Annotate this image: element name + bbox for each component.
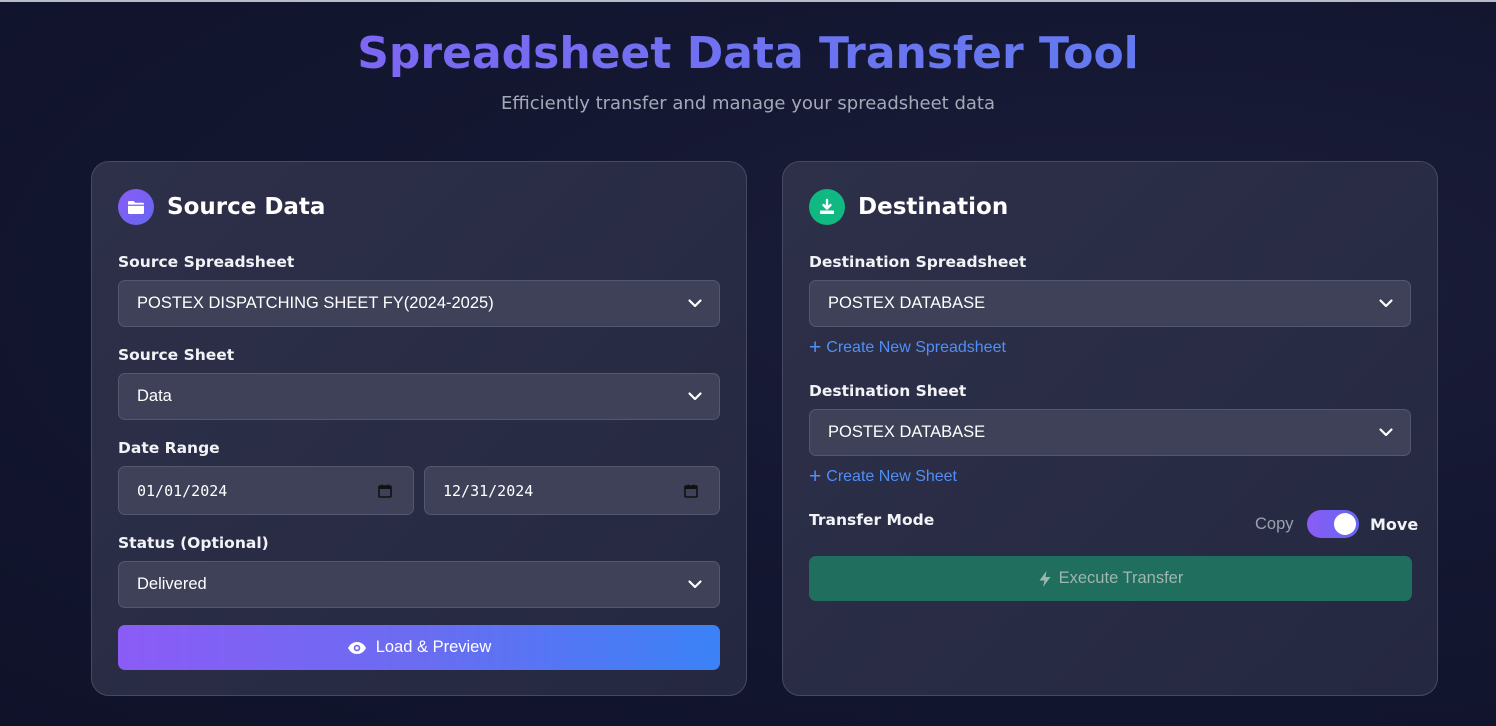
create-sheet-label: Create New Sheet: [826, 468, 957, 485]
transfer-mode-label: Transfer Mode: [809, 511, 935, 529]
plus-icon: +: [809, 465, 822, 488]
source-card-title: Source Data: [167, 194, 326, 220]
chevron-down-icon: [688, 580, 702, 589]
mode-copy-label: Copy: [1255, 515, 1294, 533]
load-preview-button[interactable]: Load & Preview: [118, 625, 720, 670]
chevron-down-icon: [688, 392, 702, 401]
status-label: Status (Optional): [118, 534, 269, 552]
calendar-icon[interactable]: [683, 483, 699, 499]
status-select[interactable]: Delivered: [118, 561, 720, 608]
create-spreadsheet-label: Create New Spreadsheet: [826, 339, 1006, 356]
eye-icon: [347, 641, 366, 654]
chevron-down-icon: [688, 299, 702, 308]
plus-icon: +: [809, 336, 822, 359]
download-icon: [809, 189, 845, 225]
execute-transfer-label: Execute Transfer: [1058, 569, 1184, 587]
destination-card: Destination Destination Spreadsheet POST…: [782, 161, 1438, 696]
destination-spreadsheet-value: POSTEX DATABASE: [828, 294, 986, 312]
create-spreadsheet-link[interactable]: + Create New Spreadsheet: [809, 336, 1006, 359]
destination-card-title: Destination: [858, 194, 1009, 220]
source-card-header: Source Data: [118, 189, 325, 225]
destination-sheet-label: Destination Sheet: [809, 382, 967, 400]
source-spreadsheet-label: Source Spreadsheet: [118, 253, 295, 271]
page-title: Spreadsheet Data Transfer Tool: [0, 26, 1496, 82]
destination-sheet-value: POSTEX DATABASE: [828, 423, 986, 441]
chevron-down-icon: [1379, 299, 1393, 308]
status-value: Delivered: [137, 575, 207, 593]
date-from-input[interactable]: 01/01/2024: [118, 466, 414, 515]
calendar-icon[interactable]: [377, 483, 393, 499]
source-card: Source Data Source Spreadsheet POSTEX DI…: [91, 161, 747, 696]
destination-spreadsheet-label: Destination Spreadsheet: [809, 253, 1027, 271]
create-sheet-link[interactable]: + Create New Sheet: [809, 465, 957, 488]
transfer-mode-toggle[interactable]: [1307, 510, 1359, 538]
destination-card-header: Destination: [809, 189, 1008, 225]
chevron-down-icon: [1379, 428, 1393, 437]
load-preview-label: Load & Preview: [375, 638, 492, 656]
bolt-icon: [1039, 570, 1051, 587]
window-top-border: [0, 0, 1496, 2]
source-spreadsheet-value: POSTEX DISPATCHING SHEET FY(2024-2025): [137, 294, 494, 312]
toggle-knob: [1334, 513, 1356, 535]
source-sheet-value: Data: [137, 387, 172, 405]
source-sheet-label: Source Sheet: [118, 346, 235, 364]
date-from-value: 01/01/2024: [137, 481, 228, 500]
source-sheet-select[interactable]: Data: [118, 373, 720, 420]
date-range-label: Date Range: [118, 439, 220, 457]
destination-spreadsheet-select[interactable]: POSTEX DATABASE: [809, 280, 1411, 327]
mode-move-label: Move: [1370, 515, 1419, 534]
page-subtitle: Efficiently transfer and manage your spr…: [501, 93, 995, 114]
execute-transfer-button[interactable]: Execute Transfer: [809, 556, 1412, 601]
date-to-value: 12/31/2024: [443, 481, 534, 500]
folder-icon: [118, 189, 154, 225]
date-to-input[interactable]: 12/31/2024: [424, 466, 720, 515]
destination-sheet-select[interactable]: POSTEX DATABASE: [809, 409, 1411, 456]
source-spreadsheet-select[interactable]: POSTEX DISPATCHING SHEET FY(2024-2025): [118, 280, 720, 327]
